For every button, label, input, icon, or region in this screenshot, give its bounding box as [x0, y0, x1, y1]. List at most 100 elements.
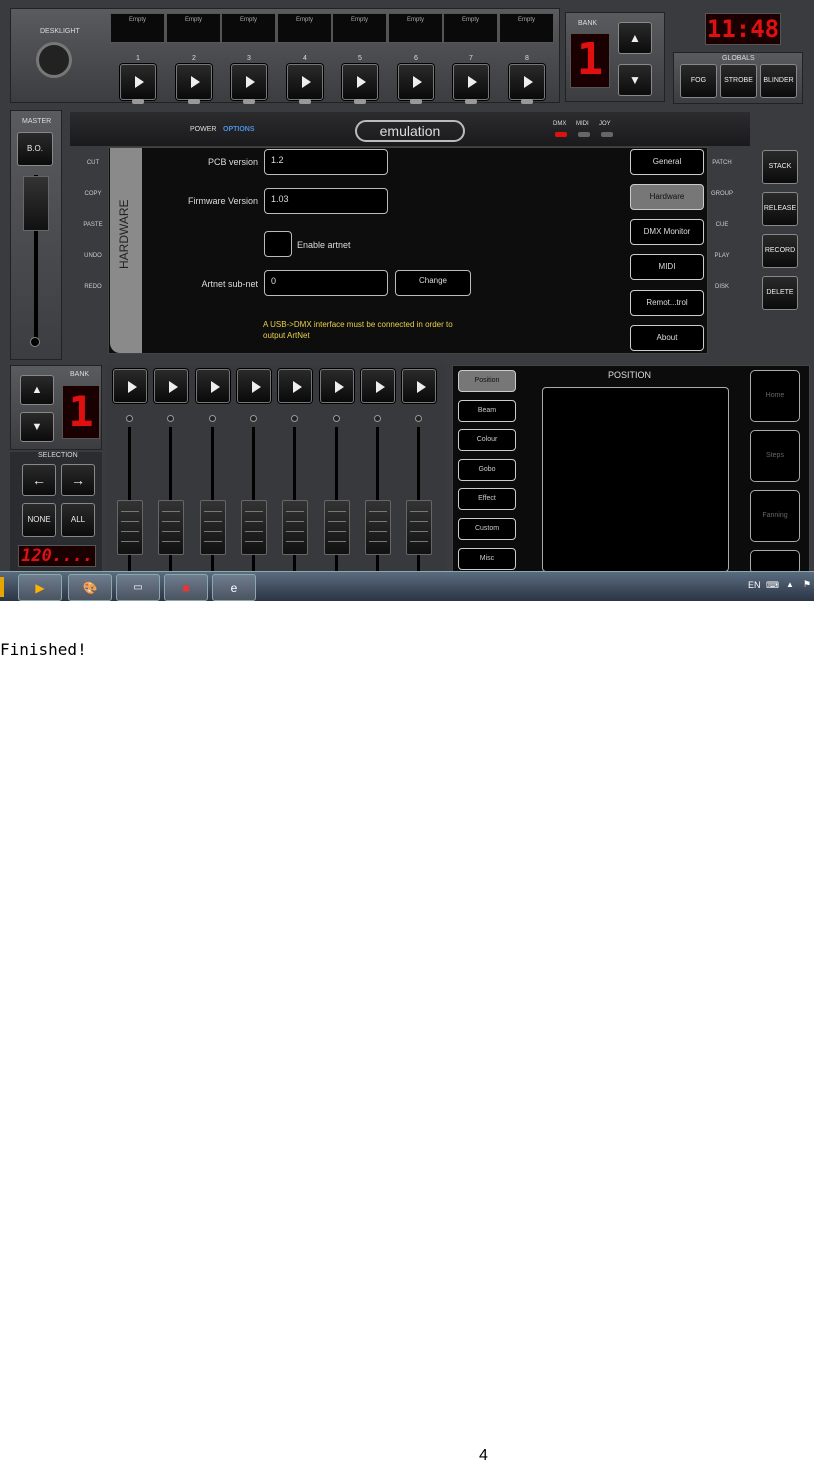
fader[interactable]	[198, 415, 228, 572]
bank-down-button[interactable]: ▼	[618, 64, 652, 96]
side-button-redo[interactable]: REDO	[80, 284, 106, 290]
position-steps-button[interactable]: Steps	[750, 430, 800, 482]
fader[interactable]	[280, 415, 310, 572]
play-button[interactable]	[509, 64, 545, 104]
menu-general[interactable]: General	[630, 149, 704, 175]
play-button[interactable]	[176, 64, 212, 104]
fader-knob[interactable]	[323, 500, 350, 555]
fader-knob[interactable]	[117, 500, 143, 555]
position-pad[interactable]	[542, 387, 729, 572]
artnet-subnet-field[interactable]: 0	[264, 270, 388, 296]
fader-knob[interactable]	[158, 500, 185, 555]
cmd-icon[interactable]: ▭	[116, 574, 160, 601]
category-misc[interactable]: Misc	[458, 547, 516, 570]
fader-play-button[interactable]	[319, 369, 354, 403]
toolbox-icon[interactable]: ■	[164, 574, 208, 601]
record-button[interactable]: RECORD	[762, 234, 798, 268]
selection-next-button[interactable]: →	[61, 464, 95, 496]
fader-knob[interactable]	[282, 500, 309, 555]
global-button-blinder[interactable]: BLINDER	[760, 64, 797, 98]
scene-slot[interactable]: Empty	[443, 13, 498, 43]
play-button[interactable]	[287, 64, 323, 104]
side-button-undo[interactable]: UNDO	[80, 253, 106, 259]
bank-up-button[interactable]: ▲	[618, 22, 652, 54]
fader-play-button[interactable]	[154, 369, 189, 403]
change-button[interactable]: Change	[395, 270, 471, 296]
play-button[interactable]	[231, 64, 267, 104]
fader-play-button[interactable]	[236, 369, 271, 403]
select-none-button[interactable]: NONE	[22, 503, 56, 537]
side-button-cue[interactable]: CUE	[708, 222, 736, 228]
side-button-group[interactable]: GROUP	[708, 191, 736, 197]
category-position[interactable]: Position	[458, 370, 516, 392]
side-button-cut[interactable]: CUT	[80, 160, 106, 166]
fader-play-button[interactable]	[195, 369, 230, 403]
select-all-button[interactable]: ALL	[61, 503, 95, 537]
fader-play-button[interactable]	[402, 369, 437, 403]
play-button[interactable]	[398, 64, 434, 104]
media-player-icon[interactable]: ▶	[18, 574, 62, 601]
flag-icon[interactable]: ⚑	[803, 579, 811, 590]
position-fanning-button[interactable]: Fanning	[750, 490, 800, 542]
category-custom[interactable]: Custom	[458, 518, 516, 540]
menu-about[interactable]: About	[630, 325, 704, 351]
category-colour[interactable]: Colour	[458, 429, 516, 452]
scene-slot[interactable]: Empty	[277, 13, 332, 43]
scene-slot[interactable]: Empty	[388, 13, 443, 43]
tab-options[interactable]: OPTIONS	[223, 126, 255, 133]
play-button[interactable]	[453, 64, 489, 104]
category-gobo[interactable]: Gobo	[458, 458, 516, 481]
tray-arrow-icon[interactable]: ▲	[786, 580, 794, 589]
language-indicator[interactable]: EN	[748, 580, 761, 590]
start-orb-icon[interactable]	[0, 577, 4, 597]
fader-knob[interactable]	[240, 500, 267, 555]
side-button-copy[interactable]: COPY	[80, 191, 106, 197]
lower-bank-down-button[interactable]: ▼	[20, 412, 54, 442]
global-button-strobe[interactable]: STROBE	[720, 64, 757, 98]
stack-button[interactable]: STACK	[762, 150, 798, 184]
lower-bank-up-button[interactable]: ▲	[20, 375, 54, 405]
scene-slot[interactable]: Empty	[221, 13, 276, 43]
release-button[interactable]: RELEASE	[762, 192, 798, 226]
scene-slot[interactable]: Empty	[110, 13, 165, 43]
side-button-disk[interactable]: DISK	[708, 284, 736, 290]
side-button-patch[interactable]: PATCH	[708, 160, 736, 166]
side-button-play[interactable]: PLAY	[708, 253, 736, 259]
fader-play-button[interactable]	[113, 369, 147, 403]
artnet-checkbox[interactable]	[264, 231, 292, 257]
scene-slot[interactable]: Empty	[332, 13, 387, 43]
fader-knob[interactable]	[364, 500, 391, 555]
fader[interactable]	[404, 415, 434, 572]
fader[interactable]	[363, 415, 393, 572]
fader-knob[interactable]	[406, 500, 433, 555]
fader[interactable]	[156, 415, 186, 572]
scene-slot[interactable]: Empty	[166, 13, 221, 43]
paint-icon[interactable]: 🎨	[68, 574, 112, 601]
play-button[interactable]	[342, 64, 378, 104]
fader-knob[interactable]	[199, 500, 226, 555]
fader[interactable]	[115, 415, 145, 572]
master-fader-knob[interactable]	[23, 176, 49, 231]
category-beam[interactable]: Beam	[458, 399, 516, 422]
master-label: MASTER	[22, 118, 52, 125]
delete-button[interactable]: DELETE	[762, 276, 798, 310]
tab-power[interactable]: POWER	[190, 126, 216, 133]
fader-play-button[interactable]	[360, 369, 395, 403]
position-home-button[interactable]: Home	[750, 370, 800, 422]
play-button[interactable]	[120, 64, 156, 104]
side-button-paste[interactable]: PASTE	[80, 222, 106, 228]
selection-prev-button[interactable]: ←	[22, 464, 56, 496]
scene-slot[interactable]: Empty	[499, 13, 554, 43]
emulation-app-icon[interactable]: e	[212, 574, 256, 601]
blackout-button[interactable]: B.O.	[17, 132, 53, 166]
menu-midi[interactable]: MIDI	[630, 254, 704, 280]
keyboard-icon[interactable]: ⌨	[766, 580, 779, 591]
menu-dmx-monitor[interactable]: DMX Monitor	[630, 219, 704, 245]
menu-hardware[interactable]: Hardware	[630, 184, 704, 210]
fader-play-button[interactable]	[278, 369, 313, 403]
category-effect[interactable]: Effect	[458, 488, 516, 511]
fader[interactable]	[239, 415, 269, 572]
fader[interactable]	[322, 415, 352, 572]
global-button-fog[interactable]: FOG	[680, 64, 717, 98]
menu-remot-trol[interactable]: Remot...trol	[630, 290, 704, 316]
